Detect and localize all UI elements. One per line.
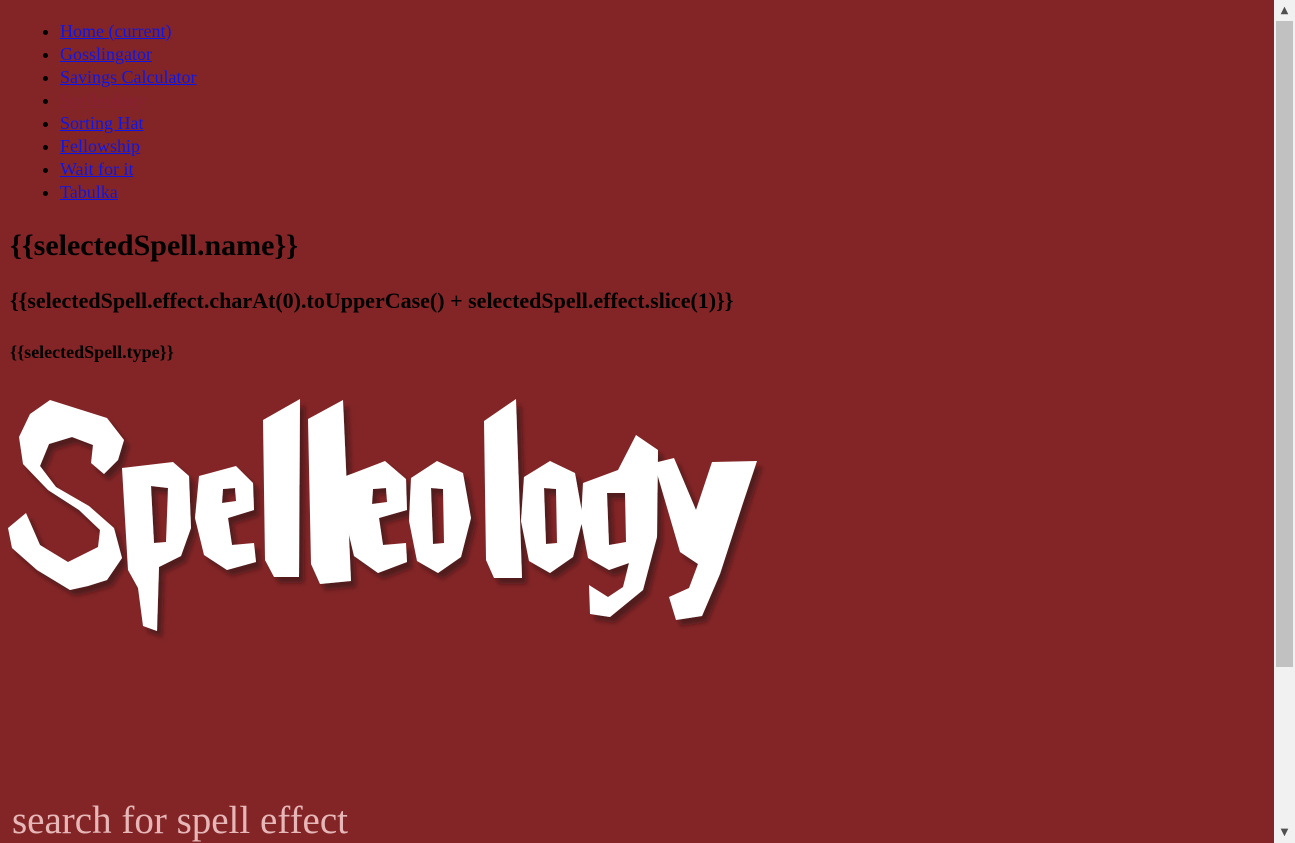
- nav-link-fellowship[interactable]: Fellowship: [60, 136, 140, 156]
- nav-item-fellowship: Fellowship: [60, 135, 196, 158]
- nav-link-wait-for-it[interactable]: Wait for it: [60, 159, 134, 179]
- scroll-down-arrow-icon[interactable]: ▼: [1278, 826, 1291, 839]
- nav-link-sorting-hat[interactable]: Sorting Hat: [60, 113, 144, 133]
- nav-item-tabulka: Tabulka: [60, 181, 196, 204]
- nav-item-sorting-hat: Sorting Hat: [60, 112, 196, 135]
- nav-link-tabulka[interactable]: Tabulka: [60, 182, 118, 202]
- nav-link-spelleology[interactable]: Spelleology: [60, 90, 146, 110]
- nav-item-home: Home (current): [60, 20, 196, 43]
- spell-type-heading: {{selectedSpell.type}}: [10, 342, 174, 362]
- nav-link-savings-calculator[interactable]: Savings Calculator: [60, 67, 196, 87]
- page: Home (current) Gosslingator Savings Calc…: [0, 0, 1274, 843]
- main-navigation: Home (current) Gosslingator Savings Calc…: [12, 20, 196, 204]
- nav-link-home[interactable]: Home (current): [60, 21, 171, 41]
- nav-item-savings-calculator: Savings Calculator: [60, 66, 196, 89]
- nav-link-gosslingator[interactable]: Gosslingator: [60, 44, 152, 64]
- nav-item-wait-for-it: Wait for it: [60, 158, 196, 181]
- spell-effect-search-input[interactable]: [10, 797, 714, 843]
- scroll-up-arrow-icon[interactable]: ▲: [1278, 4, 1291, 17]
- vertical-scrollbar[interactable]: ▲ ▼: [1274, 0, 1295, 843]
- spelleology-logo: [8, 399, 757, 631]
- spell-name-heading: {{selectedSpell.name}}: [10, 229, 299, 262]
- spell-effect-heading: {{selectedSpell.effect.charAt(0).toUpper…: [10, 288, 734, 313]
- scrollbar-thumb[interactable]: [1276, 21, 1293, 667]
- nav-item-gosslingator: Gosslingator: [60, 43, 196, 66]
- nav-item-spelleology: Spelleology: [60, 89, 196, 112]
